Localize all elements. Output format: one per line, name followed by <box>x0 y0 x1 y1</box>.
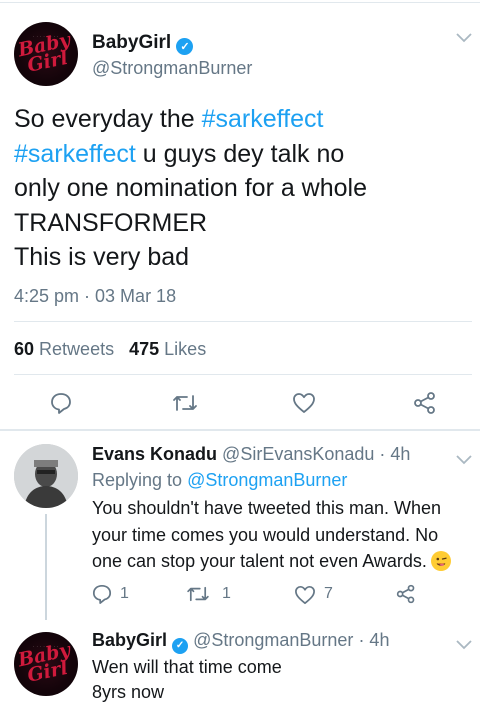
avatar[interactable] <box>14 444 78 508</box>
reply-header[interactable]: Evans Konadu @SirEvansKonadu · 4h <box>92 444 410 465</box>
avatar-logo-text: Baby Girl <box>16 28 73 77</box>
chevron-down-icon[interactable] <box>456 637 472 655</box>
reply-text-line: You shouldn't have tweeted this man. Whe… <box>92 498 441 518</box>
tweet-text-line: only one nomination for a whole <box>14 174 368 202</box>
reply-time: · 4h <box>358 630 390 650</box>
verified-badge-icon: ✓ <box>176 38 194 55</box>
share-icon[interactable] <box>396 584 416 604</box>
replying-to-label: Replying to <box>92 470 188 490</box>
reply-text-line: Wen will that time come <box>92 657 282 677</box>
chevron-down-icon[interactable] <box>456 452 472 470</box>
reply-text: Wen will that time come 8yrs now <box>92 655 282 705</box>
tweet-text-line: u guys dey talk no <box>135 139 345 168</box>
reply-author-name[interactable]: Evans Konadu <box>92 444 217 464</box>
hashtag-link[interactable]: #sarkeffect <box>202 105 324 133</box>
reply-author-handle[interactable]: @StrongmanBurner <box>193 630 353 650</box>
retweets-label: Retweets <box>39 339 115 359</box>
tweet-text-prefix: So everyday the <box>14 105 202 133</box>
reply-count: 1 <box>120 585 129 602</box>
reply-text-line: your time comes you would understand. No <box>92 524 439 545</box>
top-divider <box>0 2 480 3</box>
chevron-down-icon[interactable] <box>456 30 472 48</box>
replying-to: Replying to @StrongmanBurner <box>92 470 347 491</box>
likes-stat[interactable]: 475 Likes <box>129 339 206 359</box>
reply-text-line: one can stop your talent not even Awards… <box>92 551 427 571</box>
engagement-stats: 60 Retweets 475 Likes <box>14 339 206 360</box>
reply-header[interactable]: BabyGirl ✓ @StrongmanBurner · 4h <box>92 630 389 654</box>
reply-author-handle[interactable]: @SirEvansKonadu <box>222 444 374 464</box>
winking-face-emoji <box>430 551 451 571</box>
likes-label: Likes <box>164 339 207 359</box>
reply-text: You shouldn't have tweeted this man. Whe… <box>92 495 477 575</box>
like-icon[interactable] <box>294 585 316 605</box>
divider <box>14 374 472 375</box>
likes-count: 475 <box>129 339 160 359</box>
replying-to-handle[interactable]: @StrongmanBurner <box>187 470 347 490</box>
reply-icon[interactable] <box>92 584 112 604</box>
reply-author-name[interactable]: BabyGirl <box>92 630 167 650</box>
thread-line <box>45 514 47 620</box>
author-row[interactable]: BabyGirl ✓ <box>92 32 194 55</box>
section-divider <box>0 429 480 431</box>
tweet-text-line: This is very bad <box>14 243 190 271</box>
avatar[interactable]: · · · · · · · · Baby Girl <box>14 22 78 86</box>
retweets-count: 60 <box>14 339 35 359</box>
reply-icon[interactable] <box>50 392 72 414</box>
retweet-count: 1 <box>222 585 231 602</box>
verified-badge-icon: ✓ <box>172 637 189 654</box>
reply-text-line: 8yrs now <box>92 682 165 702</box>
reply-time: · 4h <box>379 444 411 464</box>
tweet-text: So everyday the #sarkeffect #sarkeffect … <box>14 102 474 275</box>
divider <box>14 321 472 322</box>
avatar[interactable]: · · · · · · · · Baby Girl <box>14 632 78 696</box>
avatar-logo-text: Baby Girl <box>16 638 73 687</box>
tweet-text-line: TRANSFORMER <box>14 208 208 237</box>
like-count: 7 <box>324 585 333 602</box>
tweet-timestamp[interactable]: 4:25 pm · 03 Mar 18 <box>14 286 176 307</box>
hashtag-link[interactable]: #sarkeffect <box>14 140 136 168</box>
retweet-icon[interactable] <box>186 585 210 603</box>
author-display-name[interactable]: BabyGirl <box>92 32 171 53</box>
share-icon[interactable] <box>413 391 437 415</box>
like-icon[interactable] <box>292 392 316 414</box>
retweet-icon[interactable] <box>172 393 198 413</box>
author-handle[interactable]: @StrongmanBurner <box>92 58 252 79</box>
retweets-stat[interactable]: 60 Retweets <box>14 339 114 359</box>
